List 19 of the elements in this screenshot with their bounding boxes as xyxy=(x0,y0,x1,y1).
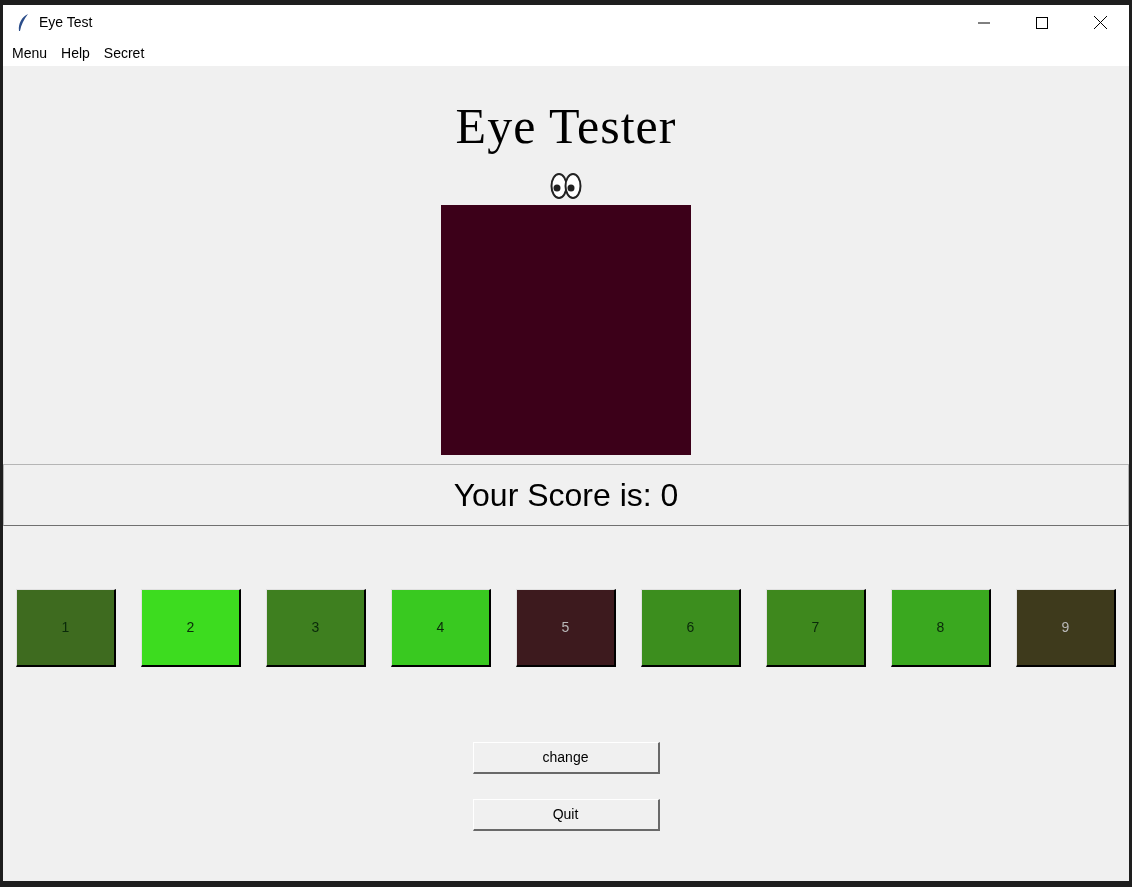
action-button[interactable]: Quit xyxy=(472,799,660,831)
color-swatch-button[interactable]: 8 xyxy=(891,589,991,667)
score-text: Your Score is: 0 xyxy=(453,476,679,515)
color-swatch-button[interactable]: 4 xyxy=(391,589,491,667)
color-swatch-button[interactable]: 2 xyxy=(141,589,241,667)
color-swatch-button[interactable]: 7 xyxy=(766,589,866,667)
maximize-icon xyxy=(1036,16,1048,29)
menu-item[interactable]: Secret xyxy=(96,42,152,64)
color-swatch-button[interactable]: 5 xyxy=(516,589,616,667)
eyes-icon xyxy=(550,172,582,200)
menu-item[interactable]: Menu xyxy=(5,42,55,64)
heading: Eye Tester xyxy=(455,97,677,156)
window-title: Eye Test xyxy=(39,13,93,32)
color-swatch-button[interactable]: 9 xyxy=(1016,589,1116,667)
close-icon xyxy=(1093,16,1107,29)
menu-item[interactable]: Help xyxy=(54,42,97,64)
action-button[interactable]: change xyxy=(472,742,660,774)
color-swatch-button[interactable]: 6 xyxy=(641,589,741,667)
feather-icon xyxy=(16,12,30,33)
